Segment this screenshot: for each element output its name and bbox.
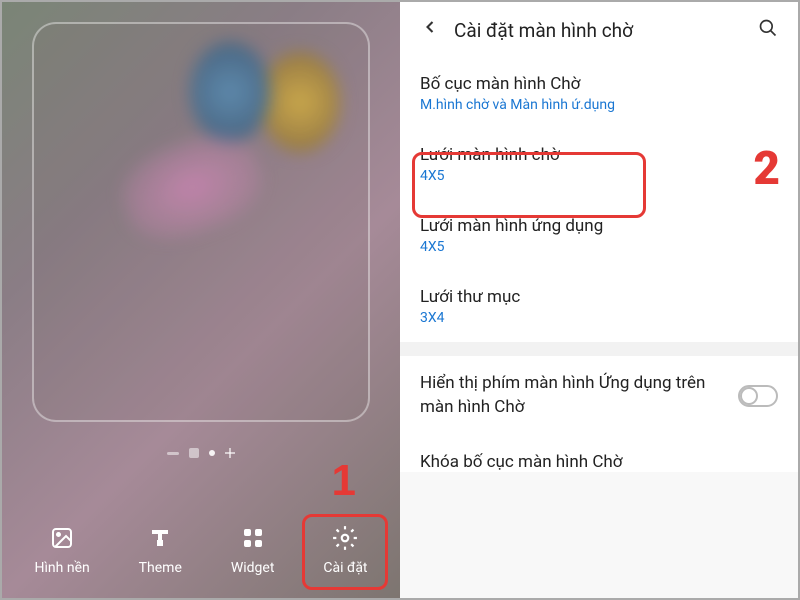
item-title: Bố cục màn hình Chờ (420, 74, 778, 94)
widget-label: Widget (231, 560, 275, 576)
gear-icon (331, 524, 359, 552)
item-value: 4X5 (420, 239, 778, 255)
annotation-number-1: 1 (332, 456, 356, 506)
apps-button-toggle-item[interactable]: Hiển thị phím màn hình Ứng dụng trên màn… (400, 356, 798, 436)
wallpaper-button[interactable]: Hình nền (30, 520, 93, 580)
back-button[interactable] (414, 11, 446, 49)
home-screen-preview[interactable] (32, 22, 370, 422)
search-button[interactable] (752, 12, 784, 48)
item-title: Hiển thị phím màn hình Ứng dụng trên màn… (420, 372, 738, 420)
widget-button[interactable]: Widget (227, 520, 279, 580)
home-grid-item[interactable]: Lưới màn hình chờ 4X5 (400, 129, 798, 200)
page-title: Cài đặt màn hình chờ (454, 19, 752, 42)
lock-layout-item[interactable]: Khóa bố cục màn hình Chờ (400, 436, 798, 472)
image-icon (48, 524, 76, 552)
settings-panel: Cài đặt màn hình chờ Bố cục màn hình Chờ… (400, 2, 798, 598)
item-value: 4X5 (420, 168, 778, 184)
theme-button[interactable]: Theme (135, 520, 186, 580)
item-title: Lưới màn hình ứng dụng (420, 216, 778, 236)
widget-icon (239, 524, 267, 552)
annotation-number-2: 2 (753, 142, 780, 196)
wallpaper-label: Hình nền (34, 560, 89, 576)
brush-icon (146, 524, 174, 552)
editor-toolbar: Hình nền Theme Widget Cài đặt (2, 520, 400, 580)
theme-label: Theme (139, 560, 182, 576)
settings-label: Cài đặt (323, 560, 367, 576)
page-indicators (167, 448, 235, 458)
item-title: Khóa bố cục màn hình Chờ (420, 452, 778, 472)
item-value: M.hình chờ và Màn hình ứ.dụng (420, 97, 778, 113)
home-layout-item[interactable]: Bố cục màn hình Chờ M.hình chờ và Màn hì… (400, 58, 798, 129)
toggle-switch[interactable] (738, 385, 778, 407)
divider (400, 342, 798, 356)
folder-grid-item[interactable]: Lưới thư mục 3X4 (400, 271, 798, 342)
settings-header: Cài đặt màn hình chờ (400, 2, 798, 58)
item-title: Lưới màn hình chờ (420, 145, 778, 165)
home-editor-panel: Hình nền Theme Widget Cài đặt (2, 2, 400, 598)
apps-grid-item[interactable]: Lưới màn hình ứng dụng 4X5 (400, 200, 798, 271)
item-value: 3X4 (420, 310, 778, 326)
item-title: Lưới thư mục (420, 287, 778, 307)
settings-button[interactable]: Cài đặt (319, 520, 371, 580)
